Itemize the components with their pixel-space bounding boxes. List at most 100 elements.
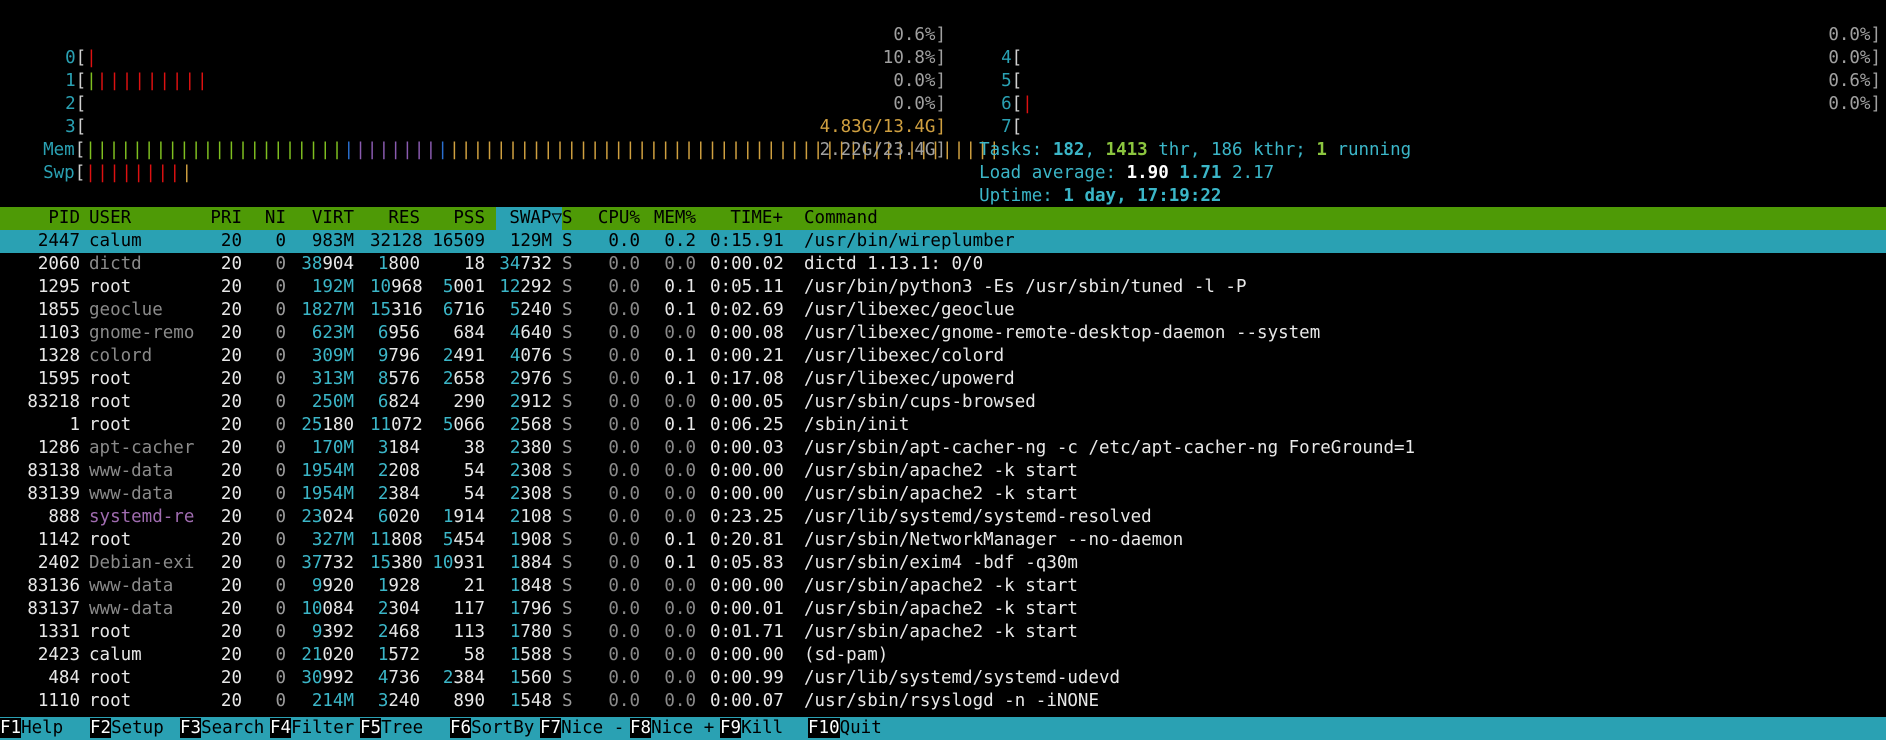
col-pss[interactable]: PSS [430,207,485,230]
process-row[interactable]: 1110 root 20 0 214M 3240 890 1548 S 0.0 0.0 0:00.07… [0,690,1886,713]
process-row[interactable]: 2423 calum 20 0 21020 1572 58 1588 S 0.0 0.0 0:00.0… [0,644,1886,667]
cell-virt: 313M [311,369,354,389]
col-pri[interactable]: PRI [200,207,242,230]
cell-pri: 20 [220,346,242,366]
col-time[interactable]: TIME+ [710,207,783,230]
fkey-label: SortBy [471,718,535,738]
cell-s: S [562,599,573,619]
fkey-label: Help [21,718,85,738]
process-row[interactable]: 1142 root 20 0 327M 11808 5454 1908 S 0.0 0.1 0:20.… [0,529,1886,552]
fkey-label: Quit [839,718,882,738]
cell-time: 0:23.25 [710,507,784,527]
cell-ni: 0 [275,231,286,251]
col-user[interactable]: USER [89,207,131,230]
col-command[interactable]: Command [804,207,878,230]
process-row[interactable]: 1 root 20 0 25180 11072 5066 2568 S 0.0 0.1 0:06.25… [0,414,1886,437]
fkey-key: F5 [360,718,382,738]
function-key-bar: F1Help F2Setup F3Search F4Filter F5Tree F6… [0,717,1886,740]
process-row[interactable]: 484 root 20 0 30992 4736 2384 1560 S 0.0 0.0 0:00.9… [0,667,1886,690]
fkey-key: F6 [450,718,472,738]
fkey-f10[interactable]: F10Quit [808,717,882,740]
col-pid[interactable]: PID [0,207,80,230]
process-row[interactable]: 2060 dictd 20 0 38904 1800 18 34732 S 0.0 0.0 0:00.… [0,253,1886,276]
cell-ni: 0 [275,438,286,458]
fkey-key: F10 [808,718,840,738]
cell-swap: 129M [509,231,552,251]
cell-mem: 0.1 [664,277,696,297]
fkey-f8[interactable]: F8Nice + [630,717,714,740]
cell-time: 0:05.11 [710,277,784,297]
fkey-f2[interactable]: F2Setup [90,717,174,740]
col-state[interactable]: S [562,207,573,230]
process-table-header[interactable]: PID USER PRI NI VIRT RES PSS SWAP▽ S CPU… [0,207,1886,230]
col-mem[interactable]: MEM% [648,207,696,230]
cell-time: 0:00.01 [710,599,784,619]
cell-pss: 16509 [432,231,485,251]
cell-pss: 2491 [442,346,485,366]
fkey-f5[interactable]: F5Tree [360,717,444,740]
fkey-f4[interactable]: F4Filter [270,717,354,740]
cell-command: /usr/sbin/cups-browsed [804,392,1036,412]
cell-pss: 18 [463,254,485,274]
col-virt[interactable]: VIRT [294,207,354,230]
cell-cpu: 0.0 [608,415,640,435]
cell-res: 15380 [370,553,423,573]
col-ni[interactable]: NI [254,207,286,230]
process-row[interactable]: 83136 www-data 20 0 9920 1928 21 1848 S 0.0 0.0 0:0… [0,575,1886,598]
cpu-meter-1: 1[|||||||||| [65,71,210,91]
cell-swap: 2568 [509,415,552,435]
cell-swap: 2108 [509,507,552,527]
cell-virt: 9392 [311,622,354,642]
cell-pss: 6716 [442,300,485,320]
cell-pid: 1855 [37,300,80,320]
cell-ni: 0 [275,392,286,412]
cell-user: root [89,530,132,550]
cell-user: root [89,668,132,688]
process-row[interactable]: 1328 colord 20 0 309M 9796 2491 4076 S 0.0 0.1 0:00… [0,345,1886,368]
fkey-f7[interactable]: F7Nice - [540,717,624,740]
fkey-key: F2 [90,718,112,738]
cpu-meter-2: 2[ [65,94,87,114]
process-row[interactable]: 2402 Debian-exi 20 0 37732 15380 10931 1884 S 0.0… [0,552,1886,575]
cell-pri: 20 [220,622,242,642]
process-row[interactable]: 1286 apt-cacher 20 0 170M 3184 38 2380 S 0.0 0.0 0:… [0,437,1886,460]
cell-cpu: 0.0 [608,691,640,711]
cell-s: S [562,438,573,458]
process-row[interactable]: 888 systemd-re 20 0 23024 6020 1914 2108 S 0.0 0.0… [0,506,1886,529]
cell-command: /usr/sbin/apache2 -k start [804,622,1078,642]
cell-res: 6956 [377,323,420,343]
process-row[interactable]: 2447 calum 20 0 983M 32128 16509 129M S 0.0 0.2 0:1… [0,230,1886,253]
process-row[interactable]: 83137 www-data 20 0 10084 2304 117 1796 S 0.0 0.0 0… [0,598,1886,621]
cell-pri: 20 [220,231,242,251]
cell-cpu: 0.0 [608,645,640,665]
fkey-key: F8 [630,718,652,738]
fkey-f1[interactable]: F1Help [0,717,84,740]
process-row[interactable]: 83218 root 20 0 250M 6824 290 2912 S 0.0 0.0 0:00.0… [0,391,1886,414]
col-res[interactable]: RES [370,207,420,230]
cell-mem: 0.0 [664,599,696,619]
process-row[interactable]: 83139 www-data 20 0 1954M 2384 54 2308 S 0.0 0.0 0:… [0,483,1886,506]
process-row[interactable]: 1331 root 20 0 9392 2468 113 1780 S 0.0 0.0 0:01.71… [0,621,1886,644]
process-row[interactable]: 1295 root 20 0 192M 10968 5001 12292 S 0.0 0.1 0:05… [0,276,1886,299]
cell-time: 0:00.00 [710,645,784,665]
process-row[interactable]: 83138 www-data 20 0 1954M 2208 54 2308 S 0.0 0.0 0:… [0,460,1886,483]
cell-command: /usr/sbin/apache2 -k start [804,599,1078,619]
cell-cpu: 0.0 [608,438,640,458]
fkey-f6[interactable]: F6SortBy [450,717,534,740]
process-row[interactable]: 1855 geoclue 20 0 1827M 15316 6716 5240 S 0.0 0.1 0… [0,299,1886,322]
cell-swap: 1560 [509,668,552,688]
cell-pri: 20 [220,323,242,343]
process-row[interactable]: 1595 root 20 0 313M 8576 2658 2976 S 0.0 0.1 0:17.0… [0,368,1886,391]
fkey-f3[interactable]: F3Search [180,717,264,740]
cell-virt: 170M [311,438,354,458]
process-row[interactable]: 1103 gnome-remo 20 0 623M 6956 684 4640 S 0.0 0.0 0… [0,322,1886,345]
cell-ni: 0 [275,369,286,389]
cell-res: 15316 [370,300,423,320]
fkey-f9[interactable]: F9Kill [720,717,804,740]
cell-user: root [89,392,132,412]
col-cpu[interactable]: CPU% [592,207,640,230]
col-swap[interactable]: SWAP▽ [496,207,562,230]
cell-command: /sbin/init [804,415,910,435]
cell-s: S [562,691,573,711]
cell-pri: 20 [220,438,242,458]
